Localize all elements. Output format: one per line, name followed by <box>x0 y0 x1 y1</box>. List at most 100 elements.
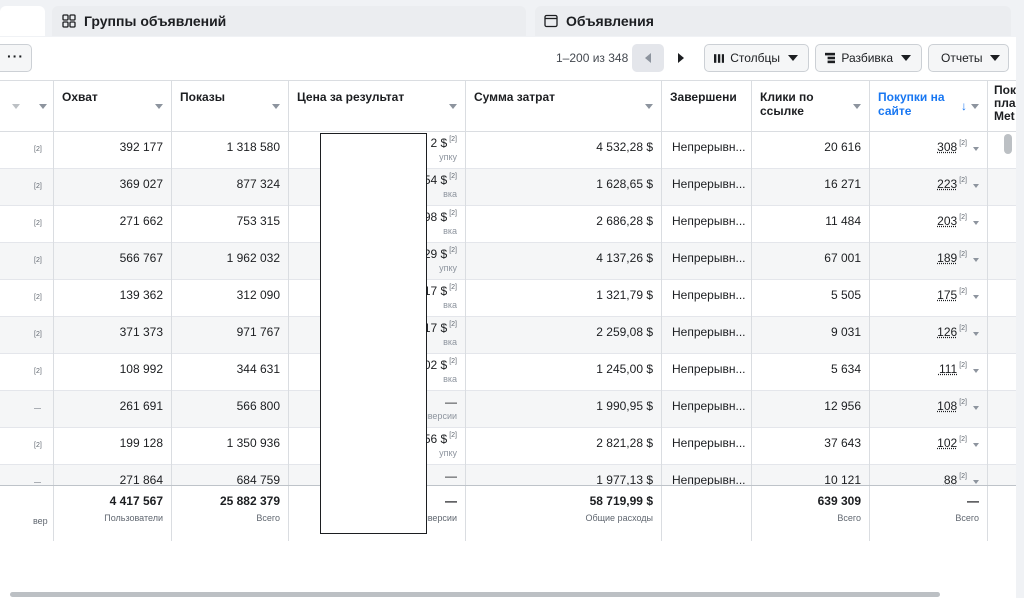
cell-cost-per-result-value: — <box>445 469 457 483</box>
breakdown-button[interactable]: Разбивка <box>815 44 922 72</box>
info-flag: [2] <box>449 210 457 217</box>
cell-purchases[interactable]: 189 [2] <box>870 243 988 280</box>
cell-stub-value: [2] <box>34 442 42 449</box>
cell-reach-value: 199 128 <box>119 436 163 450</box>
header-ends[interactable]: Завершени <box>662 81 752 132</box>
cell-ends: Непрерывн... <box>662 132 752 169</box>
table-row[interactable]: —261 691 566 800— нверсии 1 990,95 $ Непреры… <box>0 391 1016 428</box>
header-reach[interactable]: Охват <box>54 81 172 132</box>
cell-purchases[interactable]: 108 [2] <box>870 391 988 428</box>
cell-impressions: 1 350 936 <box>172 428 289 465</box>
header-link-clicks[interactable]: Клики по ссылке <box>752 81 870 132</box>
cell-next-column <box>988 317 1016 354</box>
cell-purchases-value: 175 <box>937 288 958 302</box>
cell-stub: — <box>0 391 54 428</box>
cell-purchases[interactable]: 203 [2] <box>870 206 988 243</box>
cell-link-clicks-value: 67 001 <box>824 251 861 265</box>
cell-ends: Непрерывн... <box>662 428 752 465</box>
cell-purchases-value: 189 <box>937 251 958 265</box>
cell-reach-value: 371 373 <box>119 325 163 339</box>
cell-link-clicks-value: 16 271 <box>824 177 861 191</box>
cell-link-clicks: 37 643 <box>752 428 870 465</box>
tab-campaigns-stub[interactable] <box>0 6 45 36</box>
table-row[interactable]: [2] 371 373 971 767 17 $ [2] вка 2 259,08 $ Неп… <box>0 317 1016 354</box>
info-flag: [2] <box>959 325 967 332</box>
cell-link-clicks: 20 616 <box>752 132 870 169</box>
chevron-down-icon <box>973 258 979 262</box>
cell-ends: Непрерывн... <box>662 317 752 354</box>
header-purchases[interactable]: Покупки на сайте ↓ <box>870 81 988 132</box>
header-impressions[interactable]: Показы <box>172 81 289 132</box>
cell-impressions: 344 631 <box>172 354 289 391</box>
tab-ad-sets[interactable]: Группы объявлений <box>52 6 526 36</box>
chevron-left-icon <box>645 53 651 63</box>
cell-impressions-value: 1 318 580 <box>226 140 280 154</box>
more-options-button[interactable]: ··· <box>0 44 32 72</box>
horizontal-scrollbar[interactable] <box>10 592 940 597</box>
cell-impressions: 566 800 <box>172 391 289 428</box>
cell-ends: Непрерывн... <box>662 354 752 391</box>
cell-purchases[interactable]: 126 [2] <box>870 317 988 354</box>
cell-amount-spent: 4 137,26 $ <box>466 243 662 280</box>
cell-cost-per-result-value: 17 $ <box>423 284 448 298</box>
cell-reach: 108 992 <box>54 354 172 391</box>
chevron-down-icon <box>973 184 979 188</box>
cell-reach-value: 139 362 <box>119 288 163 302</box>
cell-impressions: 877 324 <box>172 169 289 206</box>
cell-cost-per-result-value: 98 $ <box>423 210 448 224</box>
tab-ads[interactable]: Объявления <box>535 6 1011 36</box>
table-row[interactable]: [2] 139 362 312 090 17 $ [2] вка 1 321,79 $ Неп… <box>0 280 1016 317</box>
cell-ends: Непрерывн... <box>662 280 752 317</box>
cell-next-column <box>988 206 1016 243</box>
grid-icon <box>62 14 76 28</box>
table-row[interactable]: [2] 392 177 1 318 580 2 $ [2] упку 4 532,28 $ Н… <box>0 132 1016 169</box>
table-row[interactable]: [2] 369 027 877 324 54 $ [2] вка 1 628,65 $ Неп… <box>0 169 1016 206</box>
cell-next-column <box>988 391 1016 428</box>
previous-page-button[interactable] <box>632 44 664 72</box>
cell-purchases[interactable]: 175 [2] <box>870 280 988 317</box>
next-page-button[interactable] <box>665 44 697 72</box>
table-row[interactable]: [2] 271 662 753 315 98 $ [2] вка 2 686,28 $ Неп… <box>0 206 1016 243</box>
cell-ends-value: Непрерывн... <box>672 362 746 376</box>
cell-link-clicks-value: 5 505 <box>830 288 861 302</box>
cell-purchases[interactable]: 223 [2] <box>870 169 988 206</box>
cell-purchases-value: 108 <box>937 399 958 413</box>
header-amount-spent[interactable]: Сумма затрат <box>466 81 662 132</box>
header-impressions-label: Показы <box>180 90 225 104</box>
cell-link-clicks: 11 484 <box>752 206 870 243</box>
chevron-down-icon <box>973 443 979 447</box>
cell-link-clicks-value: 11 484 <box>825 214 861 228</box>
chevron-down-icon <box>973 406 979 410</box>
reports-button[interactable]: Отчеты <box>928 44 1009 72</box>
cell-stub-value: [2] <box>34 331 42 338</box>
cell-purchases[interactable]: 308 [2] <box>870 132 988 169</box>
info-flag: [2] <box>449 432 457 439</box>
cell-reach: 369 027 <box>54 169 172 206</box>
cell-ends: Непрерывн... <box>662 169 752 206</box>
cell-purchases[interactable]: 111 [2] <box>870 354 988 391</box>
table-row[interactable]: [2] 199 128 1 350 936 56 $ [2] упку 2 821,28 $… <box>0 428 1016 465</box>
cell-amount-spent-value: 4 137,26 $ <box>596 251 653 265</box>
redacted-area <box>320 133 427 534</box>
columns-button[interactable]: Столбцы <box>704 44 809 72</box>
chevron-down-icon <box>39 104 47 109</box>
header-stub[interactable] <box>0 81 54 132</box>
cell-stub: [2] <box>0 354 54 391</box>
vertical-scrollbar[interactable] <box>1004 134 1012 154</box>
breakdown-icon <box>825 52 836 64</box>
cell-link-clicks: 12 956 <box>752 391 870 428</box>
cell-reach: 566 767 <box>54 243 172 280</box>
total-stub: вер <box>0 486 54 541</box>
cell-amount-spent: 1 321,79 $ <box>466 280 662 317</box>
header-purchases-label: Покупки на сайте <box>878 90 945 118</box>
header-cost-per-result[interactable]: Цена за результат <box>289 81 466 132</box>
total-ends <box>662 486 752 541</box>
table-row[interactable]: [2] 108 992 344 631 02 $ [2] вка 1 245,00 $ Неп… <box>0 354 1016 391</box>
cell-ends-value: Непрерывн... <box>672 140 746 154</box>
header-next-column[interactable]: Пок пла Met <box>988 81 1016 132</box>
cell-cost-per-result-value: 17 $ <box>423 321 448 335</box>
info-flag: [2] <box>449 247 457 254</box>
cell-purchases[interactable]: 102 [2] <box>870 428 988 465</box>
table-row[interactable]: [2] 566 767 1 962 032 29 $ [2] упку 4 137,26 $… <box>0 243 1016 280</box>
cell-impressions: 312 090 <box>172 280 289 317</box>
